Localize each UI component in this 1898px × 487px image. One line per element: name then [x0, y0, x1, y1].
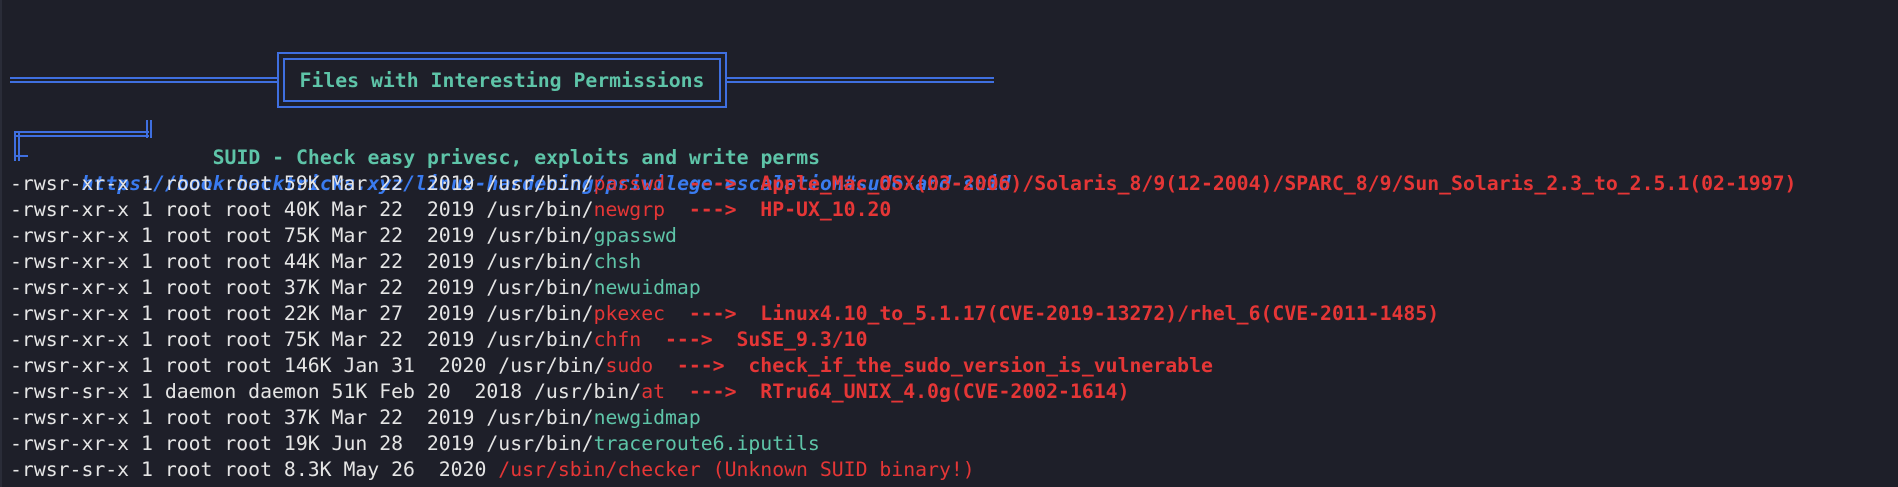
- file-permissions: -rwsr-xr-x 1 root root 19K Jun 28 2019 /…: [10, 432, 594, 455]
- binary-name: /usr/sbin/checker (Unknown SUID binary!): [498, 458, 975, 481]
- file-permissions: -rwsr-sr-x 1 daemon daemon 51K Feb 20 20…: [10, 380, 642, 403]
- terminal-left-edge: [0, 0, 2, 487]
- file-row: -rwsr-xr-x 1 root root 40K Mar 22 2019 /…: [10, 197, 891, 223]
- file-row: -rwsr-sr-x 1 daemon daemon 51K Feb 20 20…: [10, 379, 1130, 405]
- suid-bracket-end: [146, 120, 152, 138]
- binary-name: gpasswd: [593, 224, 677, 247]
- binary-name: chsh: [593, 250, 642, 273]
- file-permissions: -rwsr-xr-x 1 root root 40K Mar 22 2019 /…: [10, 198, 594, 221]
- suid-link-line: https://book.hacktricks.xyz/linux-harden…: [34, 145, 1011, 195]
- terminal-window[interactable]: Files with Interesting Permissions SUID …: [0, 0, 1898, 487]
- exploit-hint: ---> SuSE_9.3/10: [641, 328, 868, 351]
- binary-name: traceroute6.iputils: [593, 432, 820, 455]
- exploit-hint: ---> Linux4.10_to_5.1.17(CVE-2019-13272)…: [665, 302, 1440, 325]
- file-row: -rwsr-xr-x 1 root root 22K Mar 27 2019 /…: [10, 301, 1439, 327]
- file-permissions: -rwsr-sr-x 1 root root 8.3K May 26 2020: [10, 458, 499, 481]
- suid-bracket-foot: [14, 155, 28, 157]
- file-row: -rwsr-xr-x 1 root root 19K Jun 28 2019 /…: [10, 431, 820, 457]
- file-row: -rwsr-xr-x 1 root root 37K Mar 22 2019 /…: [10, 405, 701, 431]
- banner-right-rule: [725, 77, 994, 83]
- banner-box-inner: Files with Interesting Permissions: [283, 58, 721, 102]
- binary-name: newgidmap: [593, 406, 701, 429]
- exploit-hint: ---> Apple_Mac_OSX(03-2006)/Solaris_8/9(…: [665, 172, 1797, 195]
- file-row: -rwsr-xr-x 1 root root 75K Mar 22 2019 /…: [10, 223, 677, 249]
- file-permissions: -rwsr-xr-x 1 root root 59K Mar 22 2019 /…: [10, 172, 594, 195]
- file-permissions: -rwsr-xr-x 1 root root 75K Mar 22 2019 /…: [10, 328, 594, 351]
- file-row: -rwsr-xr-x 1 root root 146K Jan 31 2020 …: [10, 353, 1213, 379]
- file-permissions: -rwsr-xr-x 1 root root 37K Mar 22 2019 /…: [10, 406, 594, 429]
- file-permissions: -rwsr-xr-x 1 root root 44K Mar 22 2019 /…: [10, 250, 594, 273]
- binary-name: chfn: [593, 328, 642, 351]
- file-permissions: -rwsr-xr-x 1 root root 37K Mar 22 2019 /…: [10, 276, 594, 299]
- binary-name: sudo: [605, 354, 654, 377]
- file-permissions: -rwsr-xr-x 1 root root 22K Mar 27 2019 /…: [10, 302, 594, 325]
- binary-name: newgrp: [593, 198, 666, 221]
- suid-header: SUID - Check easy privesc, exploits and …: [165, 119, 820, 169]
- suid-bracket-top: [14, 131, 149, 137]
- file-row: -rwsr-sr-x 1 root root 8.3K May 26 2020 …: [10, 457, 975, 483]
- exploit-hint: ---> HP-UX_10.20: [665, 198, 892, 221]
- exploit-hint: ---> RTru64_UNIX_4.0g(CVE-2002-1614): [665, 380, 1130, 403]
- section-title: Files with Interesting Permissions: [299, 68, 705, 92]
- file-row: -rwsr-xr-x 1 root root 37K Mar 22 2019 /…: [10, 275, 701, 301]
- file-permissions: -rwsr-xr-x 1 root root 146K Jan 31 2020 …: [10, 354, 606, 377]
- exploit-hint: ---> check_if_the_sudo_version_is_vulner…: [653, 354, 1213, 377]
- binary-name: passwd: [593, 172, 666, 195]
- file-permissions: -rwsr-xr-x 1 root root 75K Mar 22 2019 /…: [10, 224, 594, 247]
- binary-name: at: [641, 380, 666, 403]
- file-row: -rwsr-xr-x 1 root root 59K Mar 22 2019 /…: [10, 171, 1796, 197]
- banner-left-rule: [10, 77, 279, 83]
- file-row: -rwsr-xr-x 1 root root 75K Mar 22 2019 /…: [10, 327, 867, 353]
- binary-name: newuidmap: [593, 276, 701, 299]
- binary-name: pkexec: [593, 302, 666, 325]
- file-row: -rwsr-xr-x 1 root root 44K Mar 22 2019 /…: [10, 249, 641, 275]
- banner-box: Files with Interesting Permissions: [277, 52, 727, 108]
